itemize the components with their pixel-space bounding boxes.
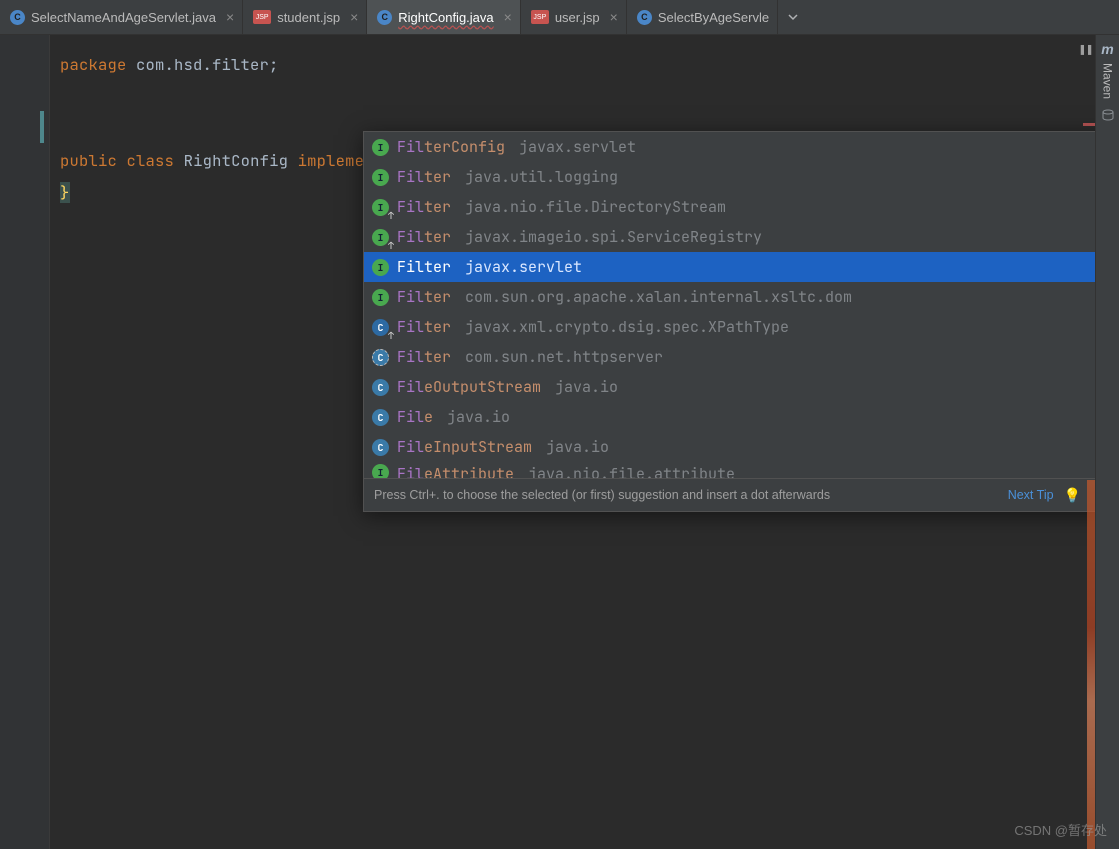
caret-line-indicator: [40, 111, 44, 143]
suggestion-package: javax.imageio.spi.ServiceRegistry: [465, 227, 762, 247]
interface-icon: I: [372, 229, 389, 246]
suggestion-package: javax.xml.crypto.dsig.spec.XPathType: [465, 317, 789, 337]
suggestion-package: java.io: [546, 437, 609, 457]
suggestion-name: Filter: [397, 317, 451, 337]
identifier-class-name: RightConfig: [184, 150, 289, 171]
suggestion-name: Filter: [397, 257, 451, 277]
interface-icon: I: [372, 169, 389, 186]
tab-select-by-age-servlet[interactable]: C SelectByAgeServle: [627, 0, 778, 34]
watermark-text: CSDN @暂存处: [1014, 820, 1107, 839]
autocomplete-item[interactable]: C FileOutputStream java.io: [364, 372, 1095, 402]
tab-select-name-age-servlet[interactable]: C SelectNameAndAgeServlet.java ×: [0, 0, 243, 34]
interface-icon: I: [372, 289, 389, 306]
close-icon[interactable]: ×: [504, 9, 512, 25]
suggestion-name: FileInputStream: [397, 437, 532, 457]
package-name: com.hsd.filter: [136, 54, 269, 75]
bulb-icon[interactable]: 💡: [1064, 487, 1081, 504]
jsp-icon: JSP: [531, 10, 549, 24]
tab-user-jsp[interactable]: JSP user.jsp ×: [521, 0, 627, 34]
suggestion-name: FileOutputStream: [397, 377, 541, 397]
decorative-sliver: [1087, 480, 1095, 849]
tab-overflow-button[interactable]: [778, 0, 808, 34]
suggestion-name: FilterConfig: [397, 137, 505, 157]
tab-label: student.jsp: [277, 10, 340, 25]
class-icon: C: [372, 409, 389, 426]
autocomplete-item[interactable]: I Filter com.sun.org.apache.xalan.internal…: [364, 282, 1095, 312]
suggestion-package: java.io: [555, 377, 618, 397]
suggestion-package: java.nio.file.attribute: [528, 464, 735, 478]
suggestion-package: com.sun.net.httpserver: [465, 347, 663, 367]
suggestion-package: javax.servlet: [519, 137, 636, 157]
gutter: [0, 35, 50, 849]
autocomplete-item[interactable]: C Filter com.sun.net.httpserver: [364, 342, 1095, 372]
suggestion-name: FileAttribute: [397, 464, 514, 478]
suggestion-name: Filter: [397, 347, 451, 367]
editor-area[interactable]: ❚❚ package com.hsd.filter; public class …: [0, 35, 1095, 849]
close-brace: }: [60, 182, 70, 203]
next-tip-link[interactable]: Next Tip: [1008, 488, 1054, 502]
chevron-down-icon: [787, 11, 799, 23]
keyword-class: class: [127, 150, 175, 171]
database-icon[interactable]: [1101, 109, 1115, 126]
interface-icon: I: [372, 259, 389, 276]
right-tool-strip: m Maven: [1095, 35, 1119, 849]
error-stripe-marker[interactable]: [1083, 123, 1095, 126]
tab-student-jsp[interactable]: JSP student.jsp ×: [243, 0, 367, 34]
maven-icon[interactable]: m: [1101, 41, 1113, 57]
keyword-public: public: [60, 150, 117, 171]
class-icon: C: [372, 319, 389, 336]
footer-hint-text: Press Ctrl+. to choose the selected (or …: [374, 488, 998, 502]
autocomplete-item[interactable]: C Filter javax.xml.crypto.dsig.spec.XPathT…: [364, 312, 1095, 342]
autocomplete-item[interactable]: I FileAttribute java.nio.file.attribute: [364, 462, 1095, 478]
autocomplete-item[interactable]: I Filter javax.imageio.spi.ServiceRegistry: [364, 222, 1095, 252]
tab-label: user.jsp: [555, 10, 600, 25]
maven-tool-label[interactable]: Maven: [1101, 63, 1115, 99]
semicolon: ;: [269, 54, 279, 75]
class-icon: C: [372, 379, 389, 396]
class-icon: C: [10, 10, 25, 25]
tab-label: SelectByAgeServle: [658, 10, 769, 25]
close-icon[interactable]: ×: [610, 9, 618, 25]
autocomplete-item[interactable]: I FilterConfig javax.servlet: [364, 132, 1095, 162]
tab-bar: C SelectNameAndAgeServlet.java × JSP stu…: [0, 0, 1119, 35]
class-icon: C: [372, 439, 389, 456]
interface-icon: I: [372, 464, 389, 478]
suggestion-package: com.sun.org.apache.xalan.internal.xsltc.…: [465, 287, 852, 307]
autocomplete-footer: Press Ctrl+. to choose the selected (or …: [364, 478, 1095, 511]
class-icon: C: [377, 10, 392, 25]
tab-label: RightConfig.java: [398, 10, 493, 25]
class-icon: C: [372, 349, 389, 366]
interface-icon: I: [372, 139, 389, 156]
class-icon: C: [637, 10, 652, 25]
suggestion-name: Filter: [397, 227, 451, 247]
suggestion-package: java.util.logging: [465, 167, 618, 187]
autocomplete-item[interactable]: I Filter java.nio.file.DirectoryStream: [364, 192, 1095, 222]
close-icon[interactable]: ×: [226, 9, 234, 25]
autocomplete-popup: I FilterConfig javax.servlet I Filter java.ut…: [363, 131, 1095, 512]
suggestion-package: java.nio.file.DirectoryStream: [465, 197, 726, 217]
suggestion-package: javax.servlet: [465, 257, 582, 277]
suggestion-name: Filter: [397, 287, 451, 307]
suggestion-name: Filter: [397, 197, 451, 217]
tab-label: SelectNameAndAgeServlet.java: [31, 10, 216, 25]
suggestion-name: Filter: [397, 167, 451, 187]
autocomplete-item[interactable]: C File java.io: [364, 402, 1095, 432]
autocomplete-item[interactable]: I Filter javax.servlet: [364, 252, 1095, 282]
close-icon[interactable]: ×: [350, 9, 358, 25]
interface-icon: I: [372, 199, 389, 216]
autocomplete-item[interactable]: I Filter java.util.logging: [364, 162, 1095, 192]
autocomplete-list[interactable]: I FilterConfig javax.servlet I Filter java.ut…: [364, 132, 1095, 478]
jsp-icon: JSP: [253, 10, 271, 24]
keyword-package: package: [60, 54, 127, 75]
suggestion-package: java.io: [447, 407, 510, 427]
suggestion-name: File: [397, 407, 433, 427]
autocomplete-item[interactable]: C FileInputStream java.io: [364, 432, 1095, 462]
tab-right-config[interactable]: C RightConfig.java ×: [367, 0, 521, 34]
